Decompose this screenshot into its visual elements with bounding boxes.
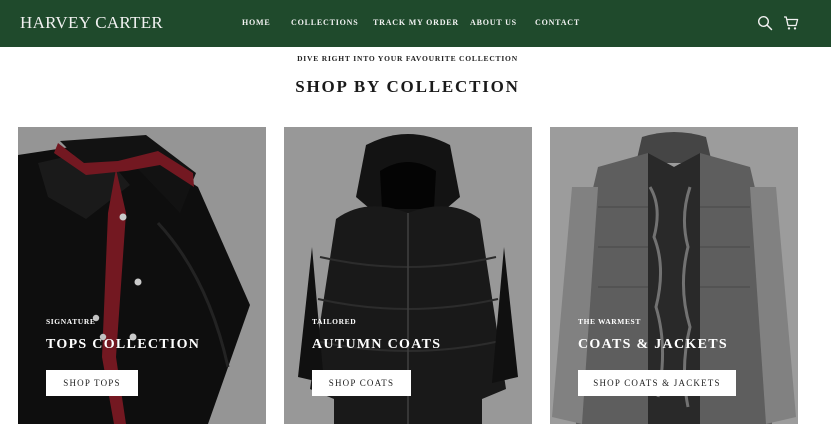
section-title: SHOP BY COLLECTION xyxy=(295,77,520,96)
nav-collections[interactable]: COLLECTIONS xyxy=(291,18,358,27)
collection-card-tops[interactable]: SIGNATURE TOPS COLLECTION SHOP TOPS xyxy=(18,127,266,424)
card-kicker: THE WARMEST xyxy=(578,317,641,326)
shop-coats-button[interactable]: SHOP COATS xyxy=(312,370,411,396)
shop-coats-jackets-button[interactable]: SHOP COATS & JACKETS xyxy=(578,370,736,396)
site-header: HARVEY CARTER HOME COLLECTIONS TRACK MY … xyxy=(0,0,831,47)
nav-home[interactable]: HOME xyxy=(242,18,271,27)
card-title: AUTUMN COATS xyxy=(312,337,442,352)
nav-about-us[interactable]: ABOUT US xyxy=(470,18,517,27)
card-kicker: SIGNATURE xyxy=(46,317,96,326)
collection-card-coats-jackets[interactable]: THE WARMEST COATS & JACKETS SHOP COATS &… xyxy=(550,127,798,424)
nav-contact[interactable]: CONTACT xyxy=(535,18,580,27)
card-title: COATS & JACKETS xyxy=(578,337,728,352)
main-nav: HOME COLLECTIONS TRACK MY ORDER ABOUT US… xyxy=(0,18,831,30)
search-icon[interactable] xyxy=(757,15,773,31)
nav-track-my-order[interactable]: TRACK MY ORDER xyxy=(373,18,459,27)
section-eyebrow: DIVE RIGHT INTO YOUR FAVOURITE COLLECTIO… xyxy=(297,54,518,63)
cart-icon[interactable] xyxy=(783,15,799,31)
card-kicker: TAILORED xyxy=(312,317,357,326)
collection-card-autumn-coats[interactable]: TAILORED AUTUMN COATS SHOP COATS xyxy=(284,127,532,424)
shop-tops-button[interactable]: SHOP TOPS xyxy=(46,370,138,396)
card-title: TOPS COLLECTION xyxy=(46,337,201,352)
